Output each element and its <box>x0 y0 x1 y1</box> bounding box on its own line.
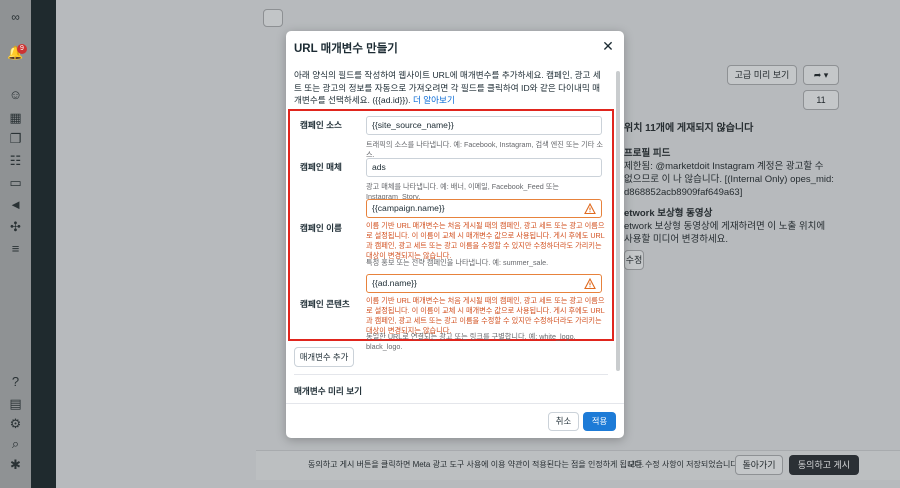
add-parameter-button[interactable]: 매개변수 추가 <box>294 347 354 367</box>
dialog-body: 아래 양식의 필드를 작성하여 웹사이트 URL에 매개변수를 추가하세요. 캠… <box>286 67 624 403</box>
parameter-preview-title: 매개변수 미리 보기 <box>294 386 363 396</box>
medium-input[interactable]: ads <box>366 158 602 177</box>
campaign-name-value: {{campaign.name}} <box>372 203 445 213</box>
bg-panel-item2-title: etwork 보상형 동영상 <box>624 208 713 219</box>
campaign-name-input[interactable]: {{campaign.name}} <box>366 199 602 218</box>
field-label-campaign-name: 캠페인 이름 <box>300 223 342 233</box>
bg-panel-item1-text: 제한됨: @marketdoit Instagram 계정은 광고할 수 없으므… <box>624 161 834 198</box>
notification-badge: 9 <box>17 44 27 54</box>
bug-icon[interactable]: ✱ <box>7 456 24 473</box>
emoji-icon[interactable]: ☺ <box>7 86 24 103</box>
section-divider <box>294 374 608 375</box>
cancel-button[interactable]: 취소 <box>548 412 579 431</box>
dialog-header: URL 매개변수 만들기 ✕ <box>286 31 624 61</box>
bg-panel-item1-title: 프로필 피드 <box>624 148 671 159</box>
bg-panel-item2-text: etwork 보상형 동영상에 게재하려면 이 노출 위치에 사용할 미디어 변… <box>624 221 826 245</box>
nav-rail: ∞ 🔔 9 ☺ ▦ ❐ ☷ ▭ ◄ ✣ ≡ ? ▤ ⚙ ⌕ ✱ <box>0 0 31 488</box>
advanced-preview-button[interactable]: 고급 미리 보기 <box>727 65 797 85</box>
publish-button[interactable]: 동의하고 게시 <box>789 455 859 475</box>
warning-icon <box>584 203 596 215</box>
saved-status: 모든 수정 사항이 저장되었습니다 <box>628 460 738 469</box>
network-icon[interactable]: ✣ <box>7 218 24 235</box>
highlight-outline: 캠페인 소스 {{site_source_name}} 트래픽의 소스를 나타냅… <box>288 109 614 351</box>
warning-icon <box>584 278 596 290</box>
reports-icon[interactable]: ▤ <box>7 395 24 412</box>
campaign-content-input[interactable]: {{ad.name}} <box>366 274 602 293</box>
campaign-content-value: {{ad.name}} <box>372 278 417 288</box>
menu-icon[interactable]: ≡ <box>7 240 24 257</box>
url-parameters-dialog: URL 매개변수 만들기 ✕ 아래 양식의 필드를 작성하여 웹사이트 URL에… <box>286 31 624 438</box>
source-help: 트래픽의 소스를 나타냅니다. 예: Facebook, Instagram, … <box>366 140 603 159</box>
close-icon[interactable]: ✕ <box>600 38 616 54</box>
campaign-content-help: 동일한 URL로 연결되는 광고 또는 링크를 구별합니다. 예: white_… <box>366 332 576 351</box>
back-button[interactable]: 돌아가기 <box>735 455 783 475</box>
people-icon[interactable]: ☷ <box>7 152 24 169</box>
pages-icon[interactable]: ❐ <box>7 130 24 147</box>
search-icon[interactable]: ⌕ <box>7 435 24 452</box>
issues-badge[interactable]: 11 <box>803 90 839 110</box>
dialog-footer: 취소 적용 <box>286 403 624 438</box>
intro-text: 아래 양식의 필드를 작성하여 웹사이트 URL에 매개변수를 추가하세요. 캠… <box>294 69 604 107</box>
bg-panel-heading: 위치 11개에 게재되지 않습니다 <box>624 123 754 134</box>
learn-more-link[interactable]: 더 알아보기 <box>413 95 455 105</box>
settings-icon[interactable]: ⚙ <box>7 415 24 432</box>
bg-edit-button[interactable]: 수정 <box>624 250 644 270</box>
share-button[interactable]: ➦ ▾ <box>803 65 839 85</box>
editor-rail: ✕ ▮ ✎ ◷ <box>31 0 79 488</box>
dialog-title: URL 매개변수 만들기 <box>294 43 398 55</box>
table-icon[interactable]: ▦ <box>7 109 24 126</box>
field-label-source: 캠페인 소스 <box>300 120 342 130</box>
field-label-campaign-content: 캠페인 콘텐츠 <box>300 299 350 309</box>
source-input[interactable]: {{site_source_name}} <box>366 116 602 135</box>
panel-toggle-button[interactable] <box>263 9 283 27</box>
dialog-scrollbar[interactable] <box>616 71 620 371</box>
meta-logo-icon[interactable]: ∞ <box>7 9 24 26</box>
megaphone-icon[interactable]: ◄ <box>7 196 24 213</box>
campaign-content-warning: 이름 기반 URL 매개변수는 처음 게시될 때의 캠페인, 광고 세트 또는 … <box>366 296 605 335</box>
campaign-name-help: 특정 홍보 또는 전략 캠페인을 나타냅니다. 예: summer_sale. <box>366 258 549 267</box>
apply-button[interactable]: 적용 <box>583 412 616 431</box>
field-label-medium: 캠페인 매체 <box>300 162 342 172</box>
terms-notice: 동의하고 게시 버튼을 클릭하면 Meta 광고 도구 사용에 이용 약관이 적… <box>308 460 644 469</box>
campaign-name-warning: 이름 기반 URL 매개변수는 처음 게시될 때의 캠페인, 광고 세트 또는 … <box>366 221 605 260</box>
billing-icon[interactable]: ▭ <box>7 174 24 191</box>
help-icon[interactable]: ? <box>7 373 24 390</box>
